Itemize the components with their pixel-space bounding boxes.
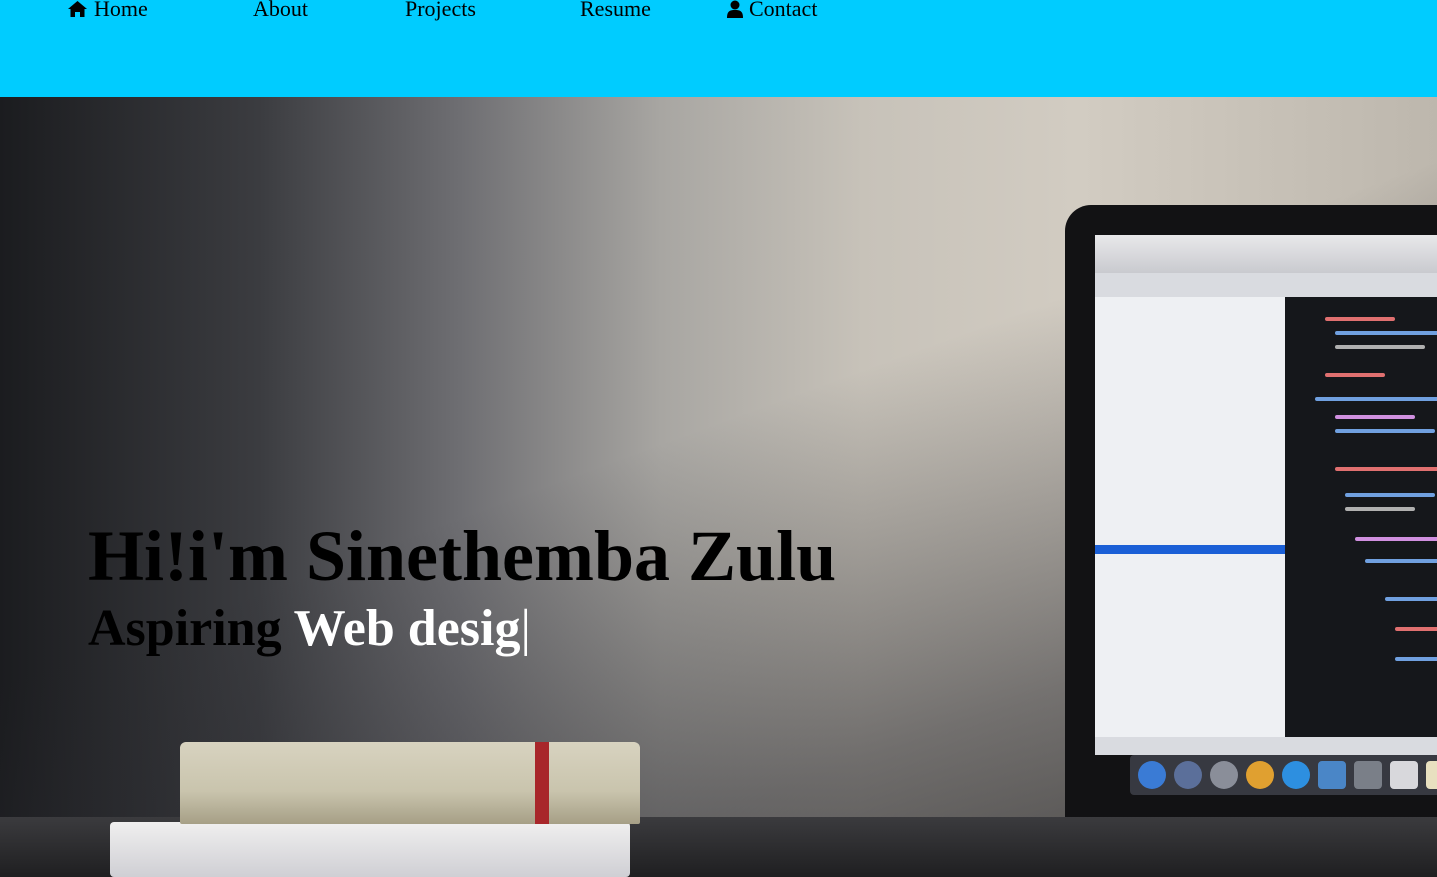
book-band [535,742,549,824]
nav-about-label: About [253,0,308,21]
role-prefix: Aspiring [88,600,282,657]
nav-projects-link[interactable]: Projects [405,0,476,24]
laptop-screen [1095,235,1437,755]
laptop-image [1065,205,1437,845]
book-top [180,742,640,824]
nav-about-link[interactable]: About [253,0,308,24]
nav-resume-label: Resume [580,0,651,21]
top-navbar: Home About Projects Resume Contact [0,0,1437,97]
nav-home-link[interactable]: Home [67,0,148,24]
screen-code-editor [1285,297,1437,737]
nav-resume-link[interactable]: Resume [580,0,651,24]
nav-contact-label: Contact [749,0,818,21]
role-typed-text: Web desig [293,600,521,657]
hero-section [0,97,1437,877]
screen-sidebar [1095,297,1285,737]
hero-greeting: Hi!i'm Sinethemba Zulu [88,516,837,596]
hero-role: Aspiring Web desig| [88,597,836,661]
sidebar-selection [1095,545,1285,554]
screen-toolbar [1095,235,1437,273]
laptop-dock [1130,755,1437,795]
hero-intro: Hi!i'm Sinethemba Zulu Aspiring Web desi… [88,515,836,661]
user-icon [727,0,743,18]
typing-cursor: | [520,600,531,657]
nav-projects-label: Projects [405,0,476,21]
home-icon [68,1,87,17]
nav-home-label: Home [94,0,148,21]
nav-contact-link[interactable]: Contact [727,0,817,24]
book-bottom [110,822,630,877]
